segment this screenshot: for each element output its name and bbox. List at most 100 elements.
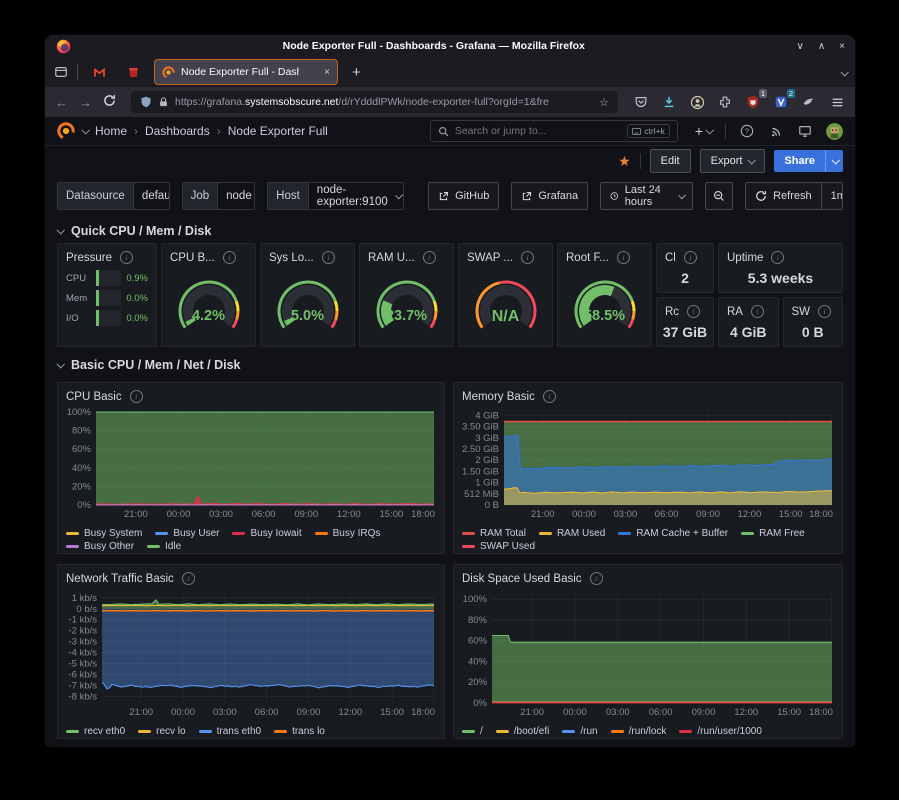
org-switcher-chevron-icon[interactable] [81,126,89,134]
minimize-button[interactable]: ∨ [797,41,804,52]
legend-label[interactable]: / [480,726,483,737]
legend-label[interactable]: RAM Used [557,528,605,539]
help-icon[interactable]: ? [739,123,755,139]
legend-label[interactable]: Busy User [173,528,219,539]
lock-icon[interactable] [158,96,169,108]
legend-label[interactable]: SWAP Used [480,541,535,552]
hamburger-menu-icon[interactable] [829,94,845,110]
maximize-button[interactable]: ∧ [818,41,825,52]
breadcrumb-home[interactable]: Home [95,124,127,138]
legend-label[interactable]: Busy IRQs [333,528,381,539]
bitwarden-icon[interactable]: 2 [773,94,789,110]
news-rss-icon[interactable] [768,123,784,139]
time-range-picker[interactable]: Last 24 hours [600,182,693,210]
info-icon[interactable]: i [543,390,556,403]
export-button[interactable]: Export [700,149,766,173]
legend-item[interactable]: RAM Free [741,528,805,539]
datasource-picker[interactable]: Datasource default [57,182,170,210]
info-icon[interactable]: i [423,251,436,264]
info-icon[interactable]: i [617,251,630,264]
legend-label[interactable]: trans eth0 [217,726,261,737]
favorite-star-icon[interactable]: ★ [618,153,631,170]
legend-label[interactable]: Idle [165,541,181,552]
new-tab-button[interactable]: + [346,64,367,81]
legend-label[interactable]: recv lo [156,726,185,737]
legend-item[interactable]: RAM Cache + Buffer [618,528,728,539]
legend-item[interactable]: recv eth0 [66,726,125,737]
legend-label[interactable]: RAM Cache + Buffer [636,528,728,539]
legend-label[interactable]: Busy Other [84,541,134,552]
legend-item[interactable]: / [462,726,483,737]
legend-item[interactable]: Busy User [155,528,219,539]
legend-label[interactable]: /run/user/1000 [697,726,762,737]
misc-extension-icon[interactable] [801,94,817,110]
section-basic[interactable]: Basic CPU / Mem / Net / Disk [57,353,843,377]
legend-item[interactable]: trans lo [274,726,325,737]
info-icon[interactable]: i [182,572,195,585]
pinned-tab-gmail[interactable] [86,60,112,84]
info-icon[interactable]: i [751,305,764,318]
legend-label[interactable]: Busy System [84,528,142,539]
legend-label[interactable]: RAM Free [759,528,805,539]
legend-item[interactable]: Busy IRQs [315,528,381,539]
window-titlebar[interactable]: Node Exporter Full - Dashboards - Grafan… [45,35,855,57]
job-picker[interactable]: Job node [182,182,256,210]
add-button[interactable]: + [695,123,712,139]
legend-item[interactable]: Busy System [66,528,142,539]
legend-item[interactable]: /run [562,726,597,737]
legend-label[interactable]: /boot/efi [514,726,550,737]
info-icon[interactable]: i [684,251,697,264]
legend-label[interactable]: /run [580,726,597,737]
info-icon[interactable]: i [771,251,784,264]
refresh-interval-select[interactable]: 1m [821,183,843,209]
info-icon[interactable]: i [223,251,236,264]
section-quick[interactable]: Quick CPU / Mem / Disk [57,219,843,243]
legend-item[interactable]: Busy Iowait [232,528,301,539]
legend-item[interactable]: Idle [147,541,181,552]
legend-item[interactable]: RAM Total [462,528,526,539]
breadcrumb-dashboards[interactable]: Dashboards [145,124,210,138]
share-button[interactable]: Share [774,150,843,172]
legend-label[interactable]: trans lo [292,726,325,737]
share-chevron-icon[interactable] [825,150,843,172]
reload-icon[interactable] [103,94,116,110]
legend-item[interactable]: trans eth0 [199,726,261,737]
legend-item[interactable]: Busy Other [66,541,134,552]
search-box[interactable]: ctrl+k [430,120,678,142]
info-icon[interactable]: i [322,251,335,264]
monitor-icon[interactable] [797,123,813,139]
info-icon[interactable]: i [120,251,133,264]
legend-item[interactable]: /run/user/1000 [679,726,762,737]
info-icon[interactable]: i [590,572,603,585]
forward-icon[interactable]: → [79,95,92,110]
active-tab[interactable]: Node Exporter Full - Dashbo × [154,59,338,85]
refresh-button[interactable]: Refresh [746,183,821,209]
info-icon[interactable]: i [130,390,143,403]
legend-label[interactable]: recv eth0 [84,726,125,737]
close-button[interactable]: × [839,41,845,52]
list-tabs-chevron-icon[interactable] [841,63,847,81]
info-icon[interactable]: i [687,305,700,318]
legend-item[interactable]: recv lo [138,726,185,737]
pinned-tab-red-app[interactable] [120,60,146,84]
grafana-link-button[interactable]: Grafana [511,182,588,210]
tracking-shield-icon[interactable] [140,96,152,108]
url-bar[interactable]: https://grafana.systemsobscure.net/d/rYd… [131,91,618,113]
pocket-icon[interactable] [633,94,649,110]
legend-item[interactable]: SWAP Used [462,541,535,552]
chart-plot[interactable]: 1 kb/s0 b/s-1 kb/s-2 kb/s-3 kb/s-4 kb/s-… [62,590,438,723]
legend-label[interactable]: Busy Iowait [250,528,301,539]
account-icon[interactable] [689,94,705,110]
downloads-icon[interactable] [661,94,677,110]
back-icon[interactable]: ← [55,95,68,110]
legend-label[interactable]: /run/lock [629,726,667,737]
info-icon[interactable]: i [818,305,831,318]
edit-button[interactable]: Edit [650,149,691,173]
zoom-out-button[interactable] [705,182,733,210]
chart-plot[interactable]: 0%20%40%60%80%100%21:0000:0003:0006:0009… [62,408,438,525]
user-avatar[interactable] [826,123,843,140]
chart-plot[interactable]: 0 B512 MiB1 GiB1.50 GiB2 GiB2.50 GiB3 Gi… [458,408,836,525]
github-link-button[interactable]: GitHub [428,182,499,210]
legend-label[interactable]: RAM Total [480,528,526,539]
tab-close-icon[interactable]: × [324,67,330,78]
